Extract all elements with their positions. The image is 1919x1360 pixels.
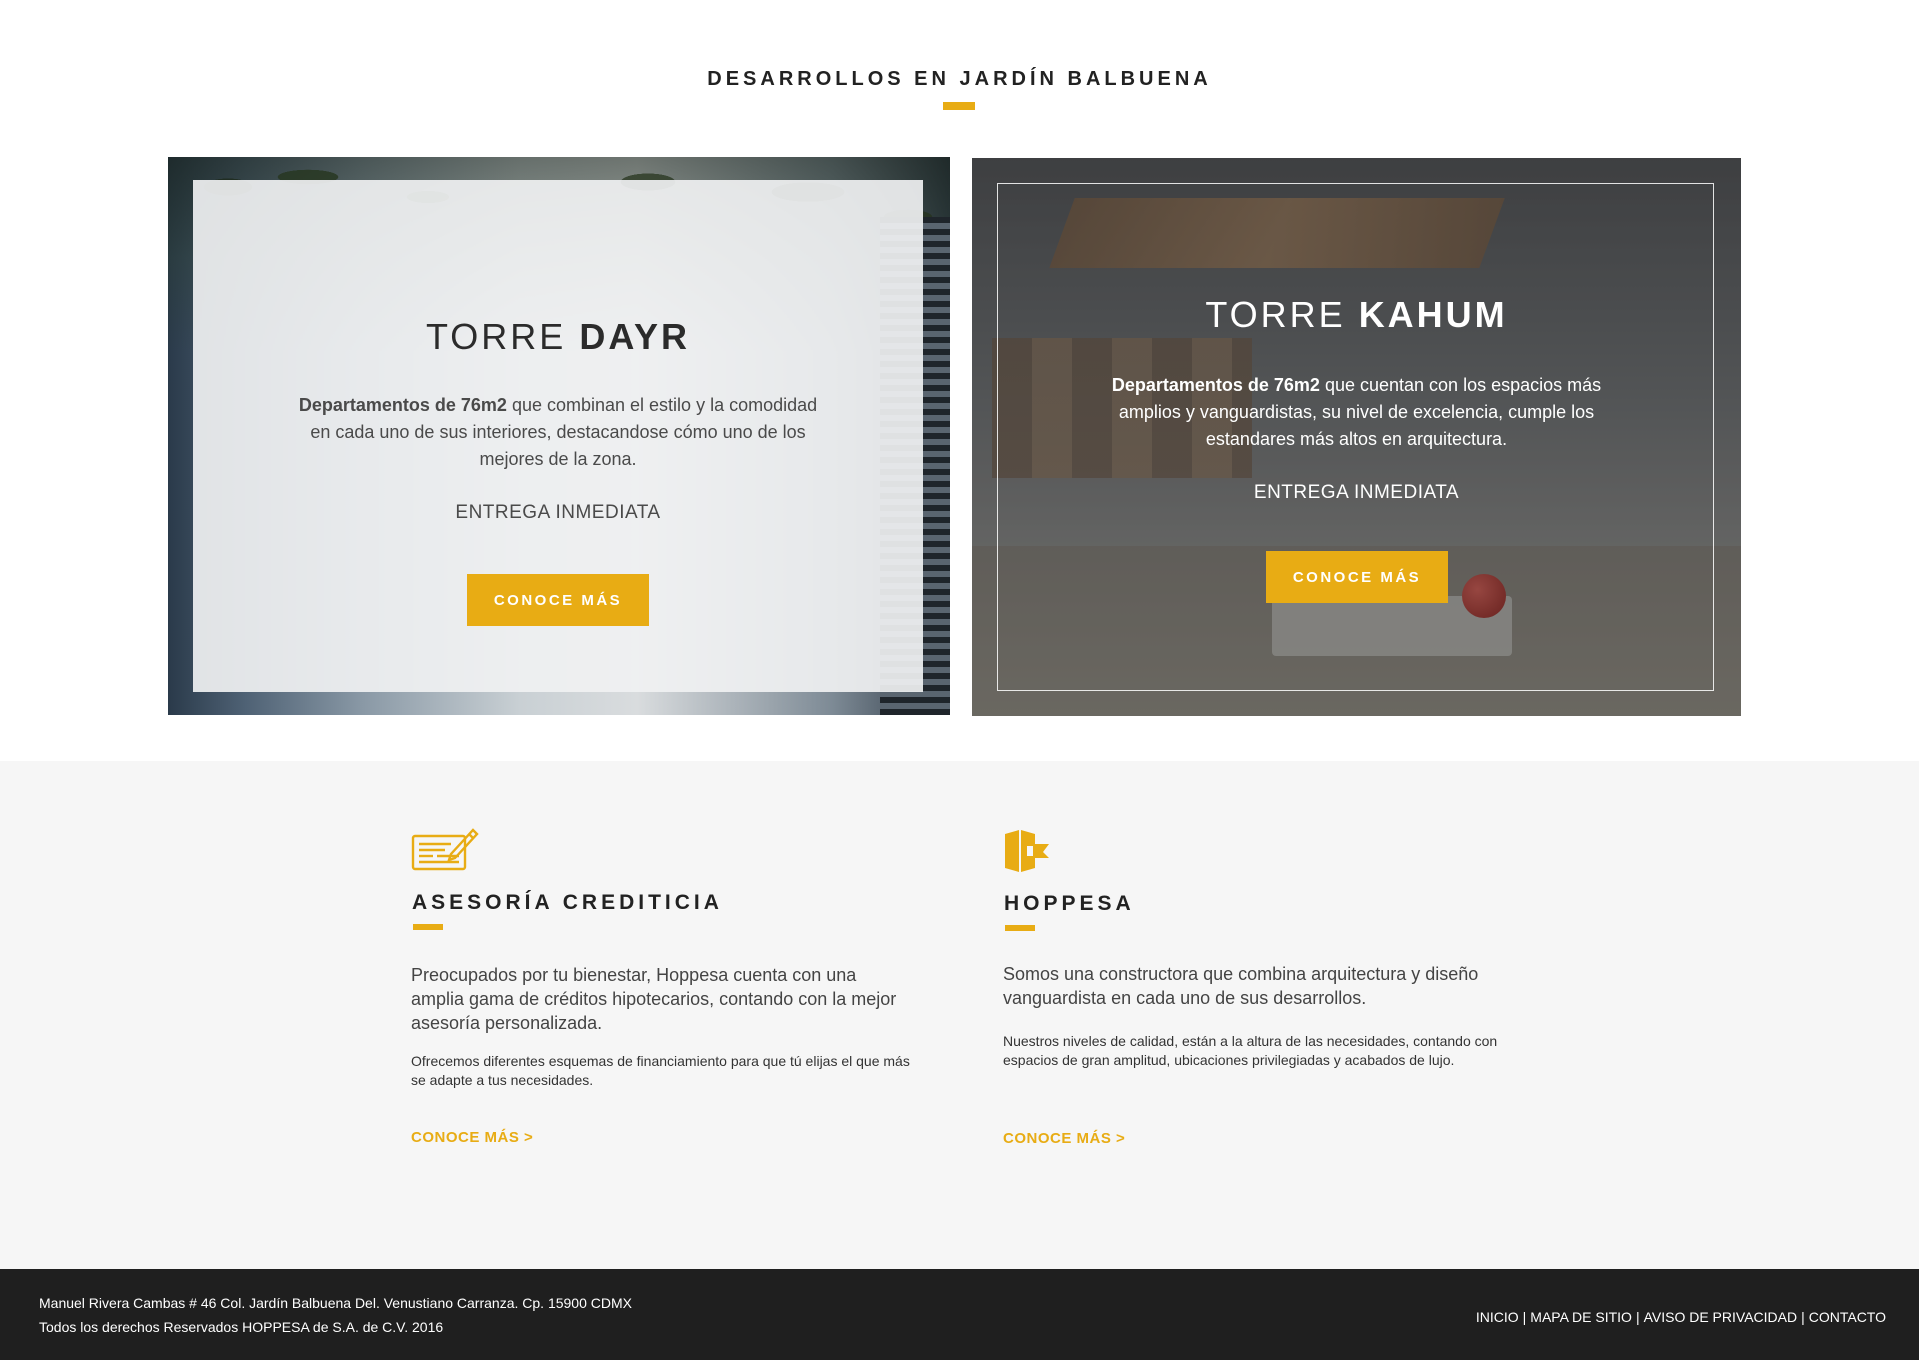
torre-kahum-title-bold: KAHUM [1358, 294, 1508, 335]
torre-kahum-description: Departamentos de 76m2 que cuentan con lo… [1087, 372, 1627, 453]
asesoria-crediticia-detail: Ofrecemos diferentes esquemas de financi… [411, 1053, 910, 1088]
section-title-underline [943, 102, 975, 110]
hoppesa-conoce-mas-link[interactable]: CONOCE MÁS > [1003, 1130, 1125, 1147]
hoppesa-lead: Somos una constructora que combina arqui… [1003, 964, 1479, 1008]
hoppesa-underline [1005, 925, 1035, 931]
torre-kahum-delivery: ENTREGA INMEDIATA [1253, 482, 1460, 503]
footer-nav: INICIO | MAPA DE SITIO | AVISO DE PRIVACIDAD… [1476, 1309, 1886, 1325]
asesoria-crediticia-title: ASESORÍA CREDITICIA [412, 891, 723, 914]
asesoria-crediticia-conoce-mas-link[interactable]: CONOCE MÁS > [411, 1129, 533, 1146]
torre-dayr-delivery: ENTREGA INMEDIATA [455, 502, 661, 523]
footer-link-aviso-de-privacidad[interactable]: AVISO DE PRIVACIDAD [1644, 1309, 1798, 1325]
info-section: ASESORÍA CREDITICIA Preocupados por tu b… [0, 761, 1919, 1269]
hoppesa-logo-icon [1003, 828, 1051, 879]
footer-separator: | [1522, 1309, 1527, 1325]
footer-link-inicio[interactable]: INICIO [1476, 1309, 1519, 1325]
footer-copyright: Todos los derechos Reservados HOPPESA de… [39, 1319, 444, 1335]
hoppesa-title: HOPPESA [1004, 892, 1135, 915]
torre-dayr-title-bold: DAYR [579, 316, 691, 357]
torre-kahum-title: TORRE KAHUM [972, 294, 1741, 336]
footer-link-mapa-de-sitio[interactable]: MAPA DE SITIO [1530, 1309, 1632, 1325]
footer: Manuel Rivera Cambas # 46 Col. Jardín Ba… [0, 1269, 1919, 1360]
torre-dayr-desc-bold: Departamentos de 76m2 [298, 395, 507, 415]
footer-address: Manuel Rivera Cambas # 46 Col. Jardín Ba… [39, 1295, 632, 1311]
footer-separator: | [1801, 1309, 1805, 1325]
section-title: DESARROLLOS EN JARDÍN BALBUENA [707, 68, 1212, 90]
torre-dayr-title-light: TORRE [425, 316, 567, 357]
hoppesa-detail: Nuestros niveles de calidad, están a la … [1003, 1033, 1498, 1068]
torre-dayr-title: TORRE DAYR [193, 316, 923, 358]
footer-separator: | [1635, 1309, 1640, 1325]
torre-dayr-content: TORRE DAYR Departamentos de 76m2 que com… [193, 180, 923, 692]
torre-kahum-conoce-mas-button[interactable]: CONOCE MÁS [1266, 551, 1448, 603]
torre-kahum-desc-bold: Departamentos de 76m2 [1111, 375, 1320, 395]
card-torre-dayr: TORRE DAYR Departamentos de 76m2 que com… [168, 157, 950, 715]
asesoria-crediticia-underline [413, 924, 443, 930]
footer-link-contacto[interactable]: CONTACTO [1809, 1309, 1886, 1325]
credit-form-icon [411, 826, 479, 877]
torre-kahum-title-light: TORRE [1205, 294, 1346, 335]
developments-section: DESARROLLOS EN JARDÍN BALBUENA TORRE DAY… [0, 0, 1919, 761]
torre-dayr-panel: TORRE DAYR Departamentos de 76m2 que com… [193, 180, 923, 692]
torre-dayr-conoce-mas-button[interactable]: CONOCE MÁS [467, 574, 649, 626]
asesoria-crediticia-lead: Preocupados por tu bienestar, Hoppesa cu… [411, 965, 897, 1033]
torre-kahum-content: TORRE KAHUM Departamentos de 76m2 que cu… [972, 158, 1741, 716]
card-torre-kahum: TORRE KAHUM Departamentos de 76m2 que cu… [972, 158, 1741, 716]
torre-dayr-description: Departamentos de 76m2 que combinan el es… [288, 392, 828, 473]
